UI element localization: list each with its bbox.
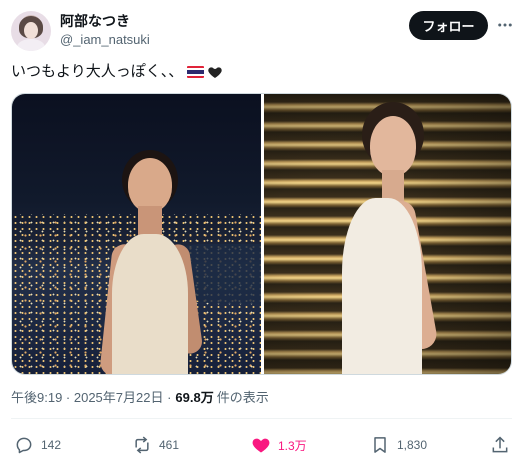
repost-count: 461 xyxy=(159,438,180,452)
thailand-flag-icon xyxy=(187,66,205,78)
like-icon xyxy=(252,438,270,453)
divider xyxy=(11,418,512,419)
like-count: 1.3万 xyxy=(278,438,307,453)
view-label: 件の表示 xyxy=(216,390,269,405)
repost-icon xyxy=(135,436,149,454)
bookmark-icon xyxy=(374,437,386,453)
media-grid[interactable] xyxy=(11,93,512,375)
reply-button[interactable]: 142 xyxy=(14,434,61,456)
action-bar: 142 461 1.3万 1,830 xyxy=(11,434,512,456)
tweet-text: いつもより大人っぽく、、 xyxy=(11,62,223,82)
tweet-meta: 午後9:19 · 2025年7月22日 · 69.8万 件の表示 xyxy=(11,390,269,406)
avatar[interactable] xyxy=(11,11,51,51)
user-handle[interactable]: @_iam_natsuki xyxy=(60,32,150,48)
bookmark-count: 1,830 xyxy=(397,438,428,452)
photo-night-city[interactable] xyxy=(12,94,261,374)
display-name[interactable]: 阿部なつき xyxy=(60,13,130,30)
more-options-button[interactable] xyxy=(493,13,517,37)
share-button[interactable] xyxy=(490,434,510,456)
reply-icon xyxy=(16,437,32,454)
bookmark-button[interactable]: 1,830 xyxy=(370,434,427,456)
like-button[interactable]: 1.3万 xyxy=(251,434,307,456)
repost-button[interactable]: 461 xyxy=(132,434,179,456)
follow-button[interactable]: フォロー xyxy=(409,11,488,40)
view-count: 69.8万 xyxy=(175,390,214,405)
timestamp[interactable]: 午後9:19 · 2025年7月22日 · xyxy=(11,390,171,406)
share-icon xyxy=(492,436,508,453)
more-dots-icon xyxy=(498,23,512,27)
photo-stairs-lights[interactable] xyxy=(264,94,511,374)
tweet-body: いつもより大人っぽく、、 xyxy=(11,63,184,80)
reply-count: 142 xyxy=(41,438,62,452)
black-heart-icon xyxy=(208,67,222,78)
